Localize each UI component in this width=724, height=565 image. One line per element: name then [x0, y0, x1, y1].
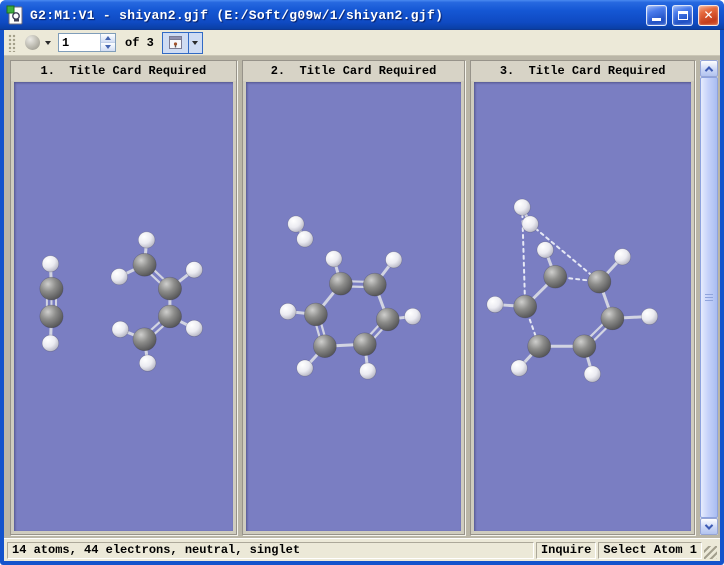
- window-title: G2:M1:V1 - shiyan2.gjf (E:/Soft/g09w/1/s…: [30, 7, 444, 23]
- frame-1-header: 1. Title Card Required: [11, 61, 236, 81]
- atom-H[interactable]: [139, 354, 157, 372]
- frame-panel-1: 1. Title Card Required: [10, 60, 237, 535]
- minimize-button[interactable]: [646, 4, 667, 26]
- atom-C[interactable]: [543, 264, 568, 289]
- atom-C[interactable]: [132, 253, 157, 277]
- spin-down-icon: [105, 45, 111, 49]
- atom-H[interactable]: [185, 261, 203, 279]
- atom-H[interactable]: [513, 198, 532, 216]
- resize-grip[interactable]: [704, 546, 717, 559]
- atom-H[interactable]: [641, 307, 659, 325]
- frame-3-viewport[interactable]: [474, 82, 692, 531]
- frame-spin-buttons: [100, 34, 115, 51]
- atom-C[interactable]: [572, 334, 597, 358]
- atom-H[interactable]: [486, 296, 504, 313]
- atom-C[interactable]: [312, 334, 337, 358]
- frames-workspace: 1. Title Card Required 2. Title Card Req…: [4, 56, 720, 538]
- scrollbar-thumb[interactable]: [700, 77, 719, 518]
- atom-H[interactable]: [279, 303, 297, 320]
- spin-up-button[interactable]: [101, 34, 115, 43]
- frame-panel-3: 3. Title Card Required: [470, 60, 696, 535]
- element-sphere-icon: [24, 35, 40, 50]
- atom-H[interactable]: [325, 250, 343, 268]
- atom-H[interactable]: [584, 365, 602, 383]
- atom-H[interactable]: [110, 268, 128, 286]
- molecule-canvas-reactants[interactable]: [14, 82, 233, 531]
- frame-2-viewport[interactable]: [245, 82, 462, 531]
- molecule-window-icon: [168, 36, 182, 49]
- spin-up-icon: [105, 36, 111, 40]
- status-inquire: Inquire: [535, 541, 597, 559]
- scroll-down-button[interactable]: [700, 518, 719, 535]
- atom-H[interactable]: [403, 307, 421, 325]
- atom-H[interactable]: [510, 359, 529, 377]
- atom-H[interactable]: [111, 320, 129, 338]
- status-select-atom: Select Atom 1: [598, 541, 702, 559]
- view-mode-dropdown[interactable]: [188, 31, 203, 54]
- atom-C[interactable]: [375, 307, 400, 332]
- atom-C[interactable]: [303, 302, 328, 327]
- atom-C[interactable]: [157, 304, 182, 329]
- atom-H[interactable]: [41, 334, 60, 352]
- frame-spinbox: [58, 33, 116, 52]
- minimize-icon: [652, 18, 661, 21]
- titlebar[interactable]: G2:M1:V1 - shiyan2.gjf (E:/Soft/g09w/1/s…: [0, 0, 724, 30]
- maximize-icon: [677, 10, 688, 20]
- molecule-canvas-transition-state[interactable]: [474, 82, 691, 531]
- atom-H[interactable]: [287, 215, 305, 233]
- atom-C[interactable]: [527, 334, 552, 358]
- close-icon: ✕: [703, 8, 714, 22]
- vertical-scrollbar[interactable]: [700, 60, 719, 535]
- frame-panel-2: 2. Title Card Required: [241, 60, 466, 535]
- frame-3-header: 3. Title Card Required: [471, 61, 695, 81]
- molecule-canvas-products[interactable]: [246, 82, 462, 531]
- toolbar: of 3: [4, 30, 720, 56]
- atom-C[interactable]: [39, 304, 64, 329]
- view-mode-dropdown-arrow: [192, 40, 199, 45]
- atom-H[interactable]: [296, 359, 314, 377]
- frame-2-header: 2. Title Card Required: [242, 61, 465, 81]
- atom-C[interactable]: [328, 271, 353, 296]
- atom-H[interactable]: [296, 230, 314, 248]
- atom-C[interactable]: [587, 269, 612, 294]
- element-dropdown-arrow[interactable]: [45, 40, 51, 45]
- atom-C[interactable]: [132, 327, 157, 352]
- maximize-button[interactable]: [672, 4, 693, 26]
- spin-down-button[interactable]: [101, 43, 115, 51]
- frame-count-label: of 3: [125, 35, 154, 50]
- atom-H[interactable]: [521, 215, 540, 233]
- toolbar-grip[interactable]: [8, 33, 16, 52]
- atom-H[interactable]: [537, 241, 555, 259]
- atom-C[interactable]: [362, 272, 387, 297]
- frame-number-input[interactable]: [59, 34, 100, 51]
- atom-H[interactable]: [41, 255, 60, 273]
- atom-H[interactable]: [138, 231, 156, 249]
- close-button[interactable]: ✕: [698, 4, 719, 26]
- atom-H[interactable]: [358, 362, 376, 380]
- element-sphere-button[interactable]: [20, 32, 44, 54]
- frame-1-viewport[interactable]: [14, 82, 233, 531]
- gaussview-window: G2:M1:V1 - shiyan2.gjf (E:/Soft/g09w/1/s…: [0, 0, 724, 565]
- atom-H[interactable]: [614, 248, 632, 266]
- atom-C[interactable]: [513, 294, 538, 319]
- statusbar: 14 atoms, 44 electrons, neutral, singlet…: [4, 538, 720, 561]
- atom-C[interactable]: [39, 276, 64, 301]
- atom-H[interactable]: [384, 251, 402, 269]
- atom-C[interactable]: [600, 306, 625, 331]
- atom-C[interactable]: [352, 332, 377, 356]
- chevron-down-icon: [704, 520, 714, 530]
- gaussview-app-icon: [6, 5, 23, 25]
- scroll-up-button[interactable]: [700, 60, 719, 77]
- thumb-grip-icon: [705, 293, 714, 295]
- view-mode-button[interactable]: [161, 31, 189, 54]
- status-message: 14 atoms, 44 electrons, neutral, singlet: [7, 541, 534, 559]
- chevron-up-icon: [704, 65, 714, 75]
- atom-C[interactable]: [157, 276, 182, 301]
- atom-H[interactable]: [185, 319, 203, 337]
- client-area: of 3 1. Title Card Required: [4, 30, 720, 561]
